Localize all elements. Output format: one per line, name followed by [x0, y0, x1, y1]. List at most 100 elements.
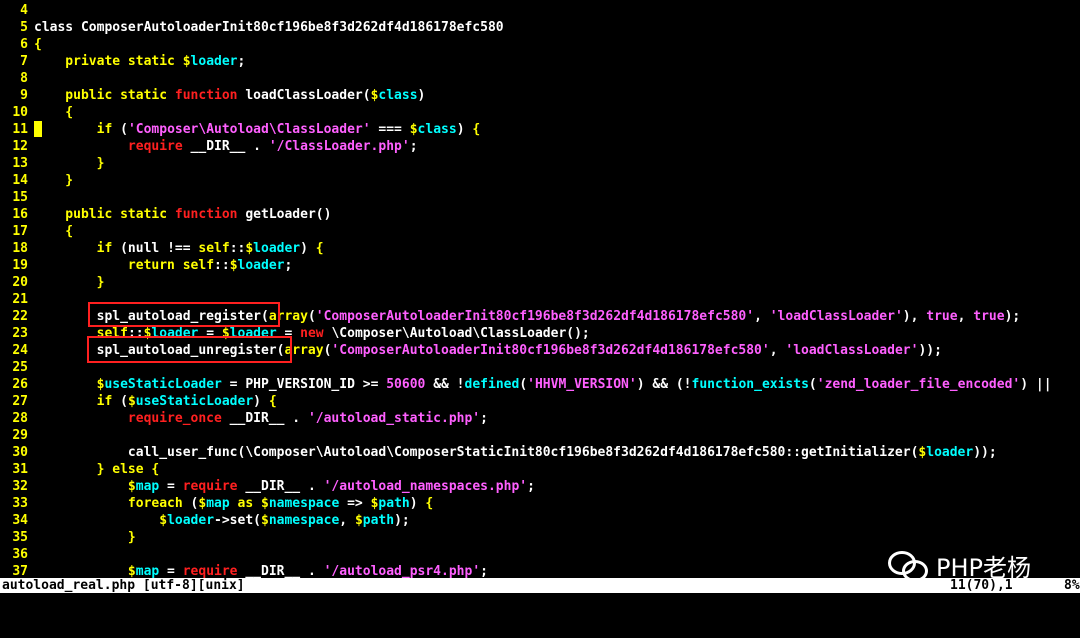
code-token: }	[34, 275, 105, 290]
code-token: $	[127, 564, 136, 579]
code-line[interactable]: 4	[0, 2, 1080, 19]
code-line[interactable]: 20 }	[0, 274, 1080, 291]
code-text: {	[34, 223, 73, 240]
code-line[interactable]: 34 $loader->set($namespace, $path);	[0, 512, 1080, 529]
code-token: $	[159, 513, 168, 528]
code-line[interactable]: 17 {	[0, 223, 1080, 240]
line-number: 14	[12, 173, 28, 188]
code-line[interactable]: 12 require __DIR__ . '/ClassLoader.php';	[0, 138, 1080, 155]
code-token: loader	[253, 241, 301, 256]
line-number: 22	[12, 309, 28, 324]
code-token: );	[1004, 309, 1021, 324]
code-line[interactable]: 5 class ComposerAutoloaderInit80cf196be8f…	[0, 19, 1080, 36]
code-token: ;	[480, 564, 488, 579]
wechat-icon	[888, 550, 928, 582]
code-line[interactable]: 35 }	[0, 529, 1080, 546]
code-token: new	[300, 326, 324, 341]
code-token: 'ComposerAutoloaderInit80cf196be8f3d262d…	[315, 309, 755, 324]
code-token: {	[315, 241, 324, 256]
code-token: __DIR__ .	[182, 139, 269, 154]
code-token: map	[206, 496, 230, 511]
code-token: $	[229, 258, 238, 273]
line-number: 13	[12, 156, 28, 171]
code-token: )	[417, 88, 426, 103]
code-line[interactable]: 10 {	[0, 104, 1080, 121]
code-token: ,	[957, 309, 974, 324]
code-token: )	[300, 241, 316, 256]
code-token: 'loadClassLoader'	[785, 343, 919, 358]
code-line[interactable]: 14 }	[0, 172, 1080, 189]
code-text: private static $loader;	[34, 53, 245, 70]
code-token: ,	[339, 513, 355, 528]
line-number: 19	[12, 258, 28, 273]
code-text: } else {	[34, 461, 160, 478]
code-token: $	[245, 241, 254, 256]
code-token: )	[456, 122, 473, 137]
code-line[interactable]: 13 }	[0, 155, 1080, 172]
code-token: __DIR__ .	[221, 411, 308, 426]
code-line[interactable]: 7 private static $loader;	[0, 53, 1080, 70]
code-token: namespace	[268, 513, 340, 528]
code-line[interactable]: 6{	[0, 36, 1080, 53]
code-line[interactable]: 19 return self::$loader;	[0, 257, 1080, 274]
code-token: ) ||	[1020, 377, 1052, 392]
code-token: loader	[190, 54, 238, 69]
code-token: self	[182, 258, 215, 273]
code-line[interactable]: 16 public static function getLoader()	[0, 206, 1080, 223]
code-token: class ComposerAutoloaderInit80cf196be8f3…	[34, 20, 504, 35]
code-line[interactable]: 15	[0, 189, 1080, 206]
code-token: true	[973, 309, 1005, 324]
code-token: loader	[926, 445, 974, 460]
code-token: function	[174, 207, 238, 222]
line-number: 25	[12, 360, 28, 375]
code-line[interactable]: 29	[0, 427, 1080, 444]
code-token: 'ComposerAutoloaderInit80cf196be8f3d262d…	[331, 343, 770, 358]
code-token: {	[425, 496, 434, 511]
code-line[interactable]: 30 call_user_func(\Composer\Autoload\Com…	[0, 444, 1080, 461]
code-text: }	[34, 529, 136, 546]
line-number: 20	[12, 275, 28, 290]
code-token: (	[182, 496, 199, 511]
code-token: $	[354, 513, 363, 528]
code-token: ;	[409, 139, 418, 154]
code-editor[interactable]: 4 5 class ComposerAutoloaderInit80cf196be8…	[0, 0, 1080, 579]
code-token: '/autoload_namespaces.php'	[323, 479, 528, 494]
line-number: 24	[12, 343, 28, 358]
code-token: ) && (!	[636, 377, 692, 392]
code-line[interactable]: 8	[0, 70, 1080, 87]
code-token: call_user_func(\Composer\Autoload\Compos…	[34, 445, 919, 460]
code-line[interactable]: 28 require_once __DIR__ . '/autoload_sta…	[0, 410, 1080, 427]
code-token: return	[34, 258, 175, 273]
code-line[interactable]: 18 if (null !== self::$loader) {	[0, 240, 1080, 257]
line-number: 4	[20, 3, 28, 18]
code-token: '/autoload_psr4.php'	[323, 564, 481, 579]
code-line[interactable]: 27 if ($useStaticLoader) {	[0, 393, 1080, 410]
code-line[interactable]: 26 $useStaticLoader = PHP_VERSION_ID >= …	[0, 376, 1080, 393]
code-text: if ($useStaticLoader) {	[34, 393, 277, 410]
line-number: 7	[20, 54, 28, 69]
code-line[interactable]: 9 public static function loadClassLoader…	[0, 87, 1080, 104]
line-number: 11	[12, 122, 28, 137]
code-token: map	[135, 564, 160, 579]
code-line[interactable]: 32 $map = require __DIR__ . '/autoload_n…	[0, 478, 1080, 495]
code-token: class	[417, 122, 457, 137]
code-token: }	[34, 173, 74, 188]
code-token: ));	[918, 343, 942, 358]
code-token: =>	[339, 496, 371, 511]
code-line[interactable]: 33 foreach ($map as $namespace => $path)…	[0, 495, 1080, 512]
code-text: $useStaticLoader = PHP_VERSION_ID >= 506…	[34, 376, 1052, 393]
code-token: (	[112, 394, 128, 409]
code-token: loadClassLoader(	[237, 88, 371, 103]
code-token: ->set(	[214, 513, 261, 528]
code-line[interactable]: 31 } else {	[0, 461, 1080, 478]
line-number: 8	[20, 71, 28, 86]
code-token: 50600	[386, 377, 426, 392]
highlight-box-unregister	[87, 336, 292, 363]
code-line[interactable]: 11 if ('Composer\Autoload\ClassLoader' =…	[0, 121, 1080, 138]
code-token: (	[307, 309, 316, 324]
code-token: }	[34, 530, 136, 545]
line-number: 21	[12, 292, 28, 307]
code-token: $	[127, 479, 136, 494]
highlight-box-register	[88, 302, 280, 327]
